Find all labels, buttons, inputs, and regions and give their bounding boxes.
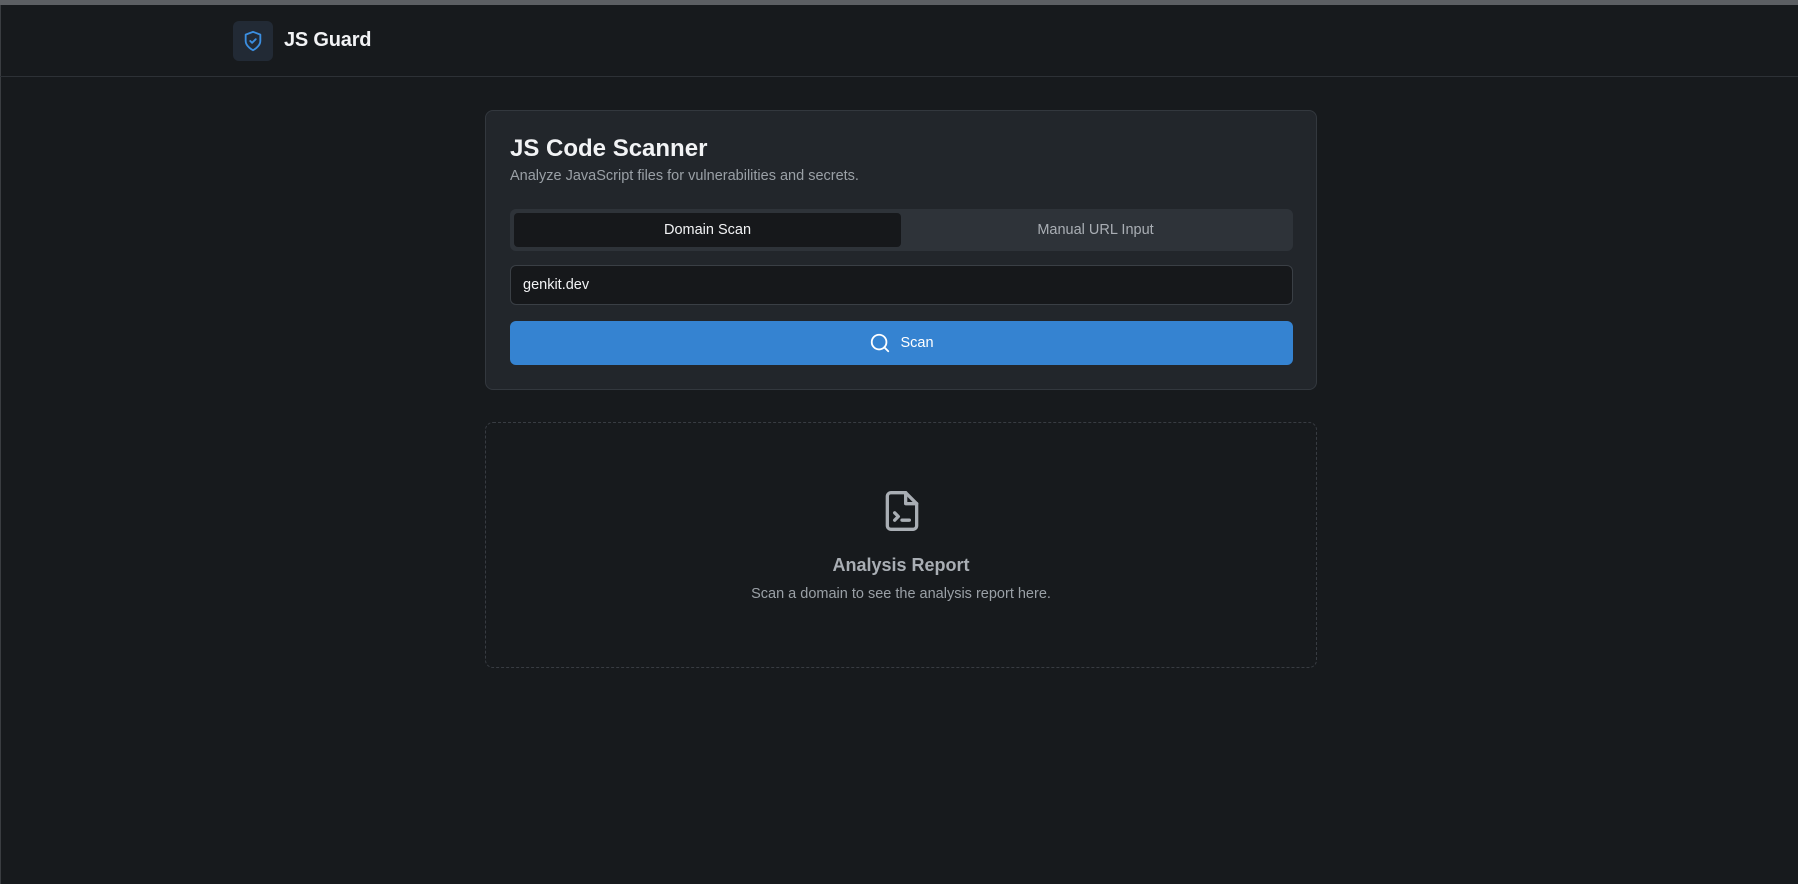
scanner-title: JS Code Scanner <box>510 135 708 162</box>
app-header: JS Guard <box>0 5 1798 77</box>
tab-manual-url-input[interactable]: Manual URL Input <box>902 213 1289 247</box>
tab-domain-scan[interactable]: Domain Scan <box>514 213 901 247</box>
domain-input[interactable] <box>510 265 1293 305</box>
shield-check-icon <box>244 30 262 52</box>
brand-logo[interactable] <box>233 21 273 61</box>
search-icon <box>871 333 890 353</box>
analysis-report-placeholder: Analysis Report Scan a domain to see the… <box>485 422 1317 668</box>
brand-title: JS Guard <box>284 29 372 51</box>
report-title: Analysis Report <box>832 555 970 575</box>
file-terminal-icon <box>885 491 919 531</box>
scanner-card: JS Code Scanner Analyze JavaScript files… <box>485 110 1317 390</box>
window-left-edge <box>0 5 1 884</box>
scan-mode-tabs: Domain Scan Manual URL Input <box>510 209 1293 251</box>
scan-button-label: Scan <box>900 335 934 351</box>
scan-button[interactable]: Scan <box>510 321 1293 365</box>
report-subtitle: Scan a domain to see the analysis report… <box>751 586 1051 602</box>
scanner-subtitle: Analyze JavaScript files for vulnerabili… <box>510 168 859 184</box>
